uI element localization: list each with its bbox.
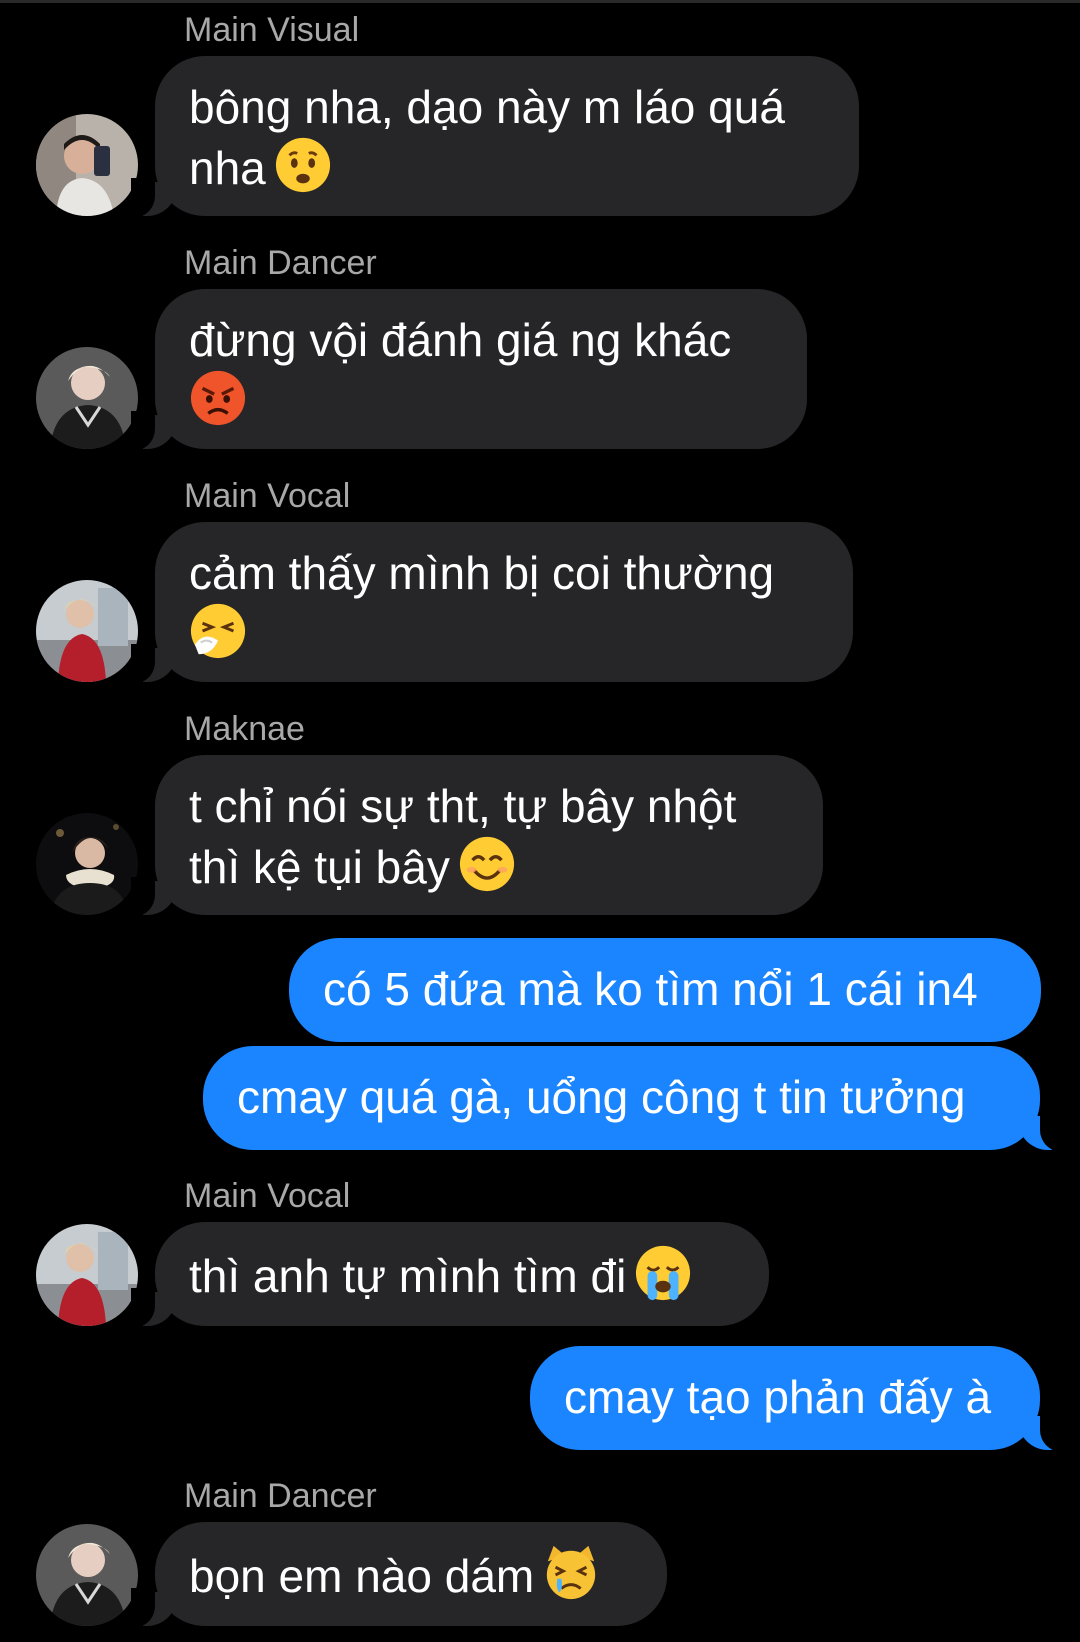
sender-name: Main Dancer [184, 244, 377, 282]
sneezing-face-emoji-icon [189, 602, 247, 660]
chat-thread[interactable]: Main Visual bông nha, dạo này m láo quá … [0, 0, 1080, 1642]
sender-name: Main Dancer [184, 1477, 377, 1515]
message-text: cmay quá gà, uổng công t tin tưởng [237, 1071, 966, 1123]
smiling-face-emoji-icon [458, 835, 516, 893]
worried-face-emoji-icon [274, 136, 332, 194]
avatar[interactable] [36, 347, 138, 449]
avatar[interactable] [36, 813, 138, 915]
message-bubble[interactable]: đừng vội đánh giá ng khác [131, 289, 807, 451]
angry-face-emoji-icon [189, 369, 247, 427]
message-text: có 5 đứa mà ko tìm nổi 1 cái in4 [323, 963, 978, 1015]
avatar[interactable] [36, 114, 138, 216]
sender-name: Main Vocal [184, 1177, 351, 1215]
outgoing-message-bubble[interactable]: cmay tạo phản đấy à [530, 1346, 1064, 1452]
message-text: cảm thấy mình bị coi thường [189, 547, 775, 599]
avatar[interactable] [36, 1524, 138, 1626]
avatar[interactable] [36, 580, 138, 682]
crying-cat-face-emoji-icon [542, 1544, 600, 1602]
loudly-crying-face-emoji-icon [634, 1244, 692, 1302]
sender-name: Maknae [184, 710, 305, 748]
message-text: bọn em nào dám [189, 1550, 535, 1602]
avatar[interactable] [36, 1224, 138, 1326]
message-text: thì anh tự mình tìm đi [189, 1250, 627, 1302]
message-bubble[interactable]: t chỉ nói sự tht, tự bây nhột thì kệ tụi… [131, 755, 823, 917]
outgoing-message-bubble[interactable]: có 5 đứa mà ko tìm nổi 1 cái in4 [289, 938, 1041, 1042]
sender-name: Main Visual [184, 11, 360, 49]
message-text: cmay tạo phản đấy à [564, 1371, 992, 1423]
message-bubble[interactable]: thì anh tự mình tìm đi [131, 1222, 769, 1328]
outgoing-message-bubble[interactable]: cmay quá gà, uổng công t tin tưởng [203, 1046, 1064, 1152]
message-text: đừng vội đánh giá ng khác [189, 314, 732, 366]
message-bubble[interactable]: bông nha, dạo này m láo quá nha [131, 56, 859, 218]
message-bubble[interactable]: bọn em nào dám [131, 1522, 667, 1628]
sender-name: Main Vocal [184, 477, 351, 515]
message-bubble[interactable]: cảm thấy mình bị coi thường [131, 522, 853, 684]
